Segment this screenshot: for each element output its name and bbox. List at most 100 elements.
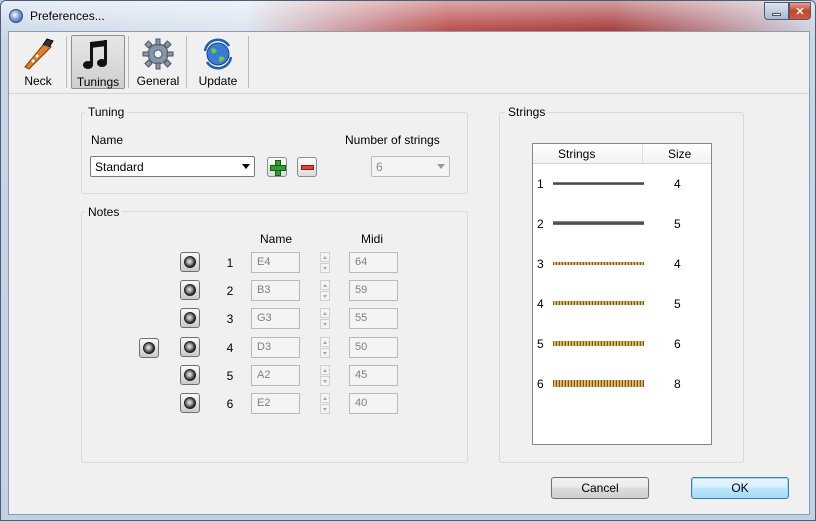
add-tuning-button[interactable]: [267, 157, 287, 177]
spin-up-icon[interactable]: [320, 252, 330, 262]
minus-icon: [300, 164, 314, 170]
play-note-button[interactable]: [180, 308, 200, 329]
note-spinner[interactable]: [320, 336, 330, 358]
note-spinner[interactable]: [320, 393, 330, 414]
string-size: 6: [674, 337, 681, 351]
play-chord-button[interactable]: [139, 338, 159, 358]
note-row-number: 2: [226, 284, 234, 299]
remove-tuning-button[interactable]: [297, 157, 317, 177]
string-number: 6: [537, 377, 544, 391]
note-name-field[interactable]: E4: [251, 252, 300, 273]
note-name-field[interactable]: G3: [251, 308, 300, 330]
strings-list[interactable]: Strings Size 142534455668: [532, 143, 712, 445]
toolbar-separator: [66, 36, 67, 88]
spin-up-icon[interactable]: [320, 308, 330, 319]
string-row[interactable]: 25: [533, 214, 711, 234]
spin-down-icon[interactable]: [320, 347, 330, 358]
tuning-name-value: Standard: [95, 160, 144, 174]
note-name-field[interactable]: D3: [251, 336, 300, 358]
string-row[interactable]: 14: [533, 174, 711, 194]
string-row[interactable]: 45: [533, 294, 711, 314]
note-name-field[interactable]: B3: [251, 280, 300, 302]
string-number: 3: [537, 257, 544, 271]
note-name-field[interactable]: E2: [251, 393, 300, 414]
cancel-button[interactable]: Cancel: [551, 477, 649, 499]
spin-up-icon[interactable]: [320, 280, 330, 291]
gear-icon: [141, 37, 175, 71]
preferences-toolbar: Neck Tunings General Update: [9, 32, 809, 94]
ok-button[interactable]: OK: [691, 477, 789, 499]
note-spinner[interactable]: [320, 308, 330, 330]
spin-up-icon[interactable]: [320, 393, 330, 403]
number-of-strings-dropdown[interactable]: 6: [371, 156, 450, 177]
plain-string-swatch: [553, 181, 644, 185]
note-midi-field[interactable]: 45: [349, 364, 398, 386]
number-of-strings-value: 6: [376, 160, 383, 174]
header-divider: [642, 145, 643, 162]
note-midi-field[interactable]: 55: [349, 308, 398, 330]
play-note-button[interactable]: [180, 364, 200, 385]
wound-string-swatch: [553, 261, 644, 265]
spin-up-icon[interactable]: [320, 336, 330, 347]
size-column-header[interactable]: Size: [668, 147, 691, 161]
note-row-number: 5: [226, 368, 234, 383]
speaker-icon: [143, 342, 155, 354]
speaker-icon: [184, 340, 196, 353]
spin-up-icon[interactable]: [320, 364, 330, 375]
string-row[interactable]: 34: [533, 254, 711, 274]
tuning-name-label: Name: [91, 133, 124, 147]
window-title: Preferences...: [30, 9, 105, 23]
spin-down-icon[interactable]: [320, 319, 330, 330]
spin-down-icon[interactable]: [320, 291, 330, 302]
title-bar-glass: [1, 1, 815, 31]
dialog-client-area: Neck Tunings General Update Tuning Name …: [8, 31, 810, 515]
note-midi-field[interactable]: 40: [349, 393, 398, 414]
string-size: 5: [674, 297, 681, 311]
title-bar[interactable]: Preferences... ✕: [1, 1, 815, 31]
note-midi-field[interactable]: 50: [349, 336, 398, 358]
strings-list-header: Strings Size: [533, 144, 711, 164]
toolbar-tunings-label: Tunings: [76, 75, 120, 89]
note-midi-field[interactable]: 64: [349, 252, 398, 273]
spin-down-icon[interactable]: [320, 375, 330, 386]
toolbar-neck-button[interactable]: Neck: [12, 35, 64, 89]
string-row[interactable]: 68: [533, 374, 711, 394]
toolbar-update-label: Update: [198, 74, 238, 88]
note-name-field[interactable]: A2: [251, 364, 300, 386]
note-row-number: 1: [226, 256, 234, 270]
strings-group-title: Strings: [505, 105, 549, 119]
tuning-name-dropdown[interactable]: Standard: [90, 156, 255, 177]
note-row-number: 3: [226, 312, 234, 327]
string-number: 1: [537, 177, 544, 191]
app-icon[interactable]: [9, 9, 23, 23]
notes-midi-header: Midi: [361, 232, 384, 246]
play-note-button[interactable]: [180, 252, 200, 272]
toolbar-neck-label: Neck: [24, 74, 52, 88]
string-number: 4: [537, 297, 544, 311]
speaker-icon: [184, 397, 196, 409]
spin-down-icon[interactable]: [320, 404, 330, 414]
notes-name-header: Name: [260, 232, 293, 246]
guitar-neck-icon: [21, 37, 55, 71]
note-midi-field[interactable]: 59: [349, 280, 398, 302]
strings-column-header[interactable]: Strings: [558, 147, 595, 161]
minimize-button[interactable]: [764, 2, 789, 20]
note-spinner[interactable]: [320, 280, 330, 302]
toolbar-update-button[interactable]: Update: [191, 35, 245, 89]
update-globe-icon: [201, 37, 235, 71]
toolbar-general-button[interactable]: General: [133, 35, 183, 89]
close-button[interactable]: ✕: [789, 2, 811, 20]
spin-down-icon[interactable]: [320, 263, 330, 273]
note-spinner[interactable]: [320, 252, 330, 273]
play-note-button[interactable]: [180, 280, 200, 301]
string-row[interactable]: 56: [533, 334, 711, 354]
play-note-button[interactable]: [180, 336, 200, 357]
toolbar-tunings-button[interactable]: Tunings: [71, 35, 125, 89]
play-note-button[interactable]: [180, 393, 200, 413]
speaker-icon: [184, 284, 196, 297]
toolbar-separator: [128, 36, 129, 88]
wound-string-swatch: [553, 301, 644, 305]
note-spinner[interactable]: [320, 364, 330, 386]
string-size: 4: [674, 257, 681, 271]
tuning-group: [81, 112, 468, 194]
